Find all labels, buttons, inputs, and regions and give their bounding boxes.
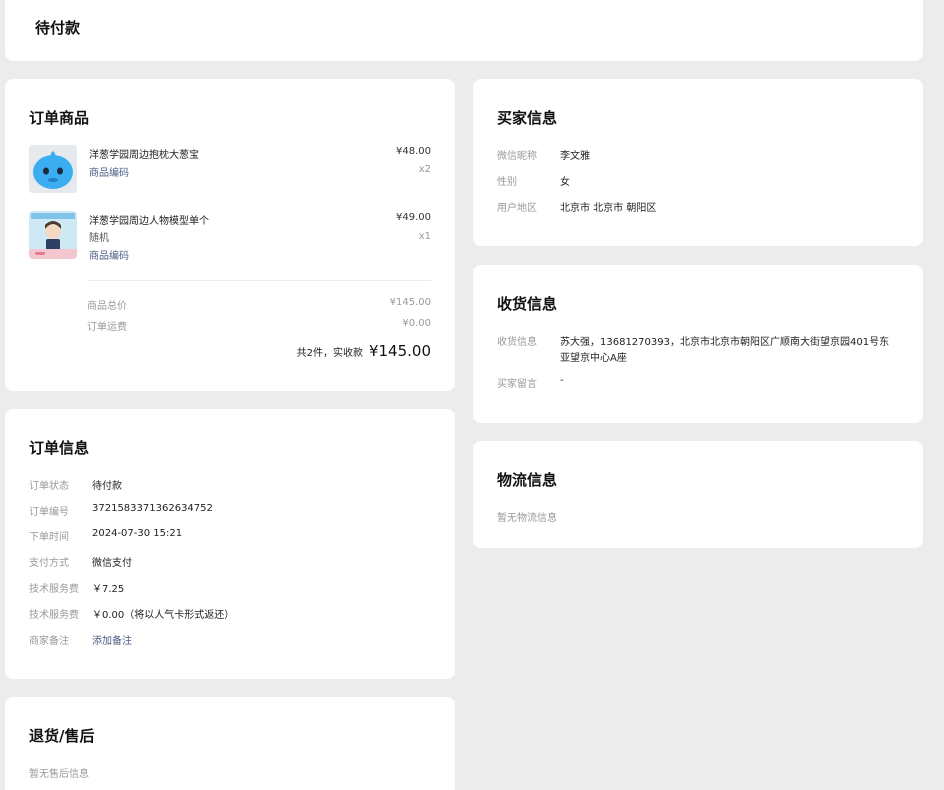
buyer-info-title: 买家信息 (497, 109, 558, 127)
order-number-value: 3721583371362634752 (92, 503, 213, 514)
product-spec: 随机 (89, 233, 109, 244)
logistics-title: 物流信息 (497, 471, 558, 489)
item-count-text: 共2件，实收款 (296, 348, 363, 359)
product-code-link[interactable]: 商品编码 (89, 164, 129, 179)
payment-method-value: 微信支付 (92, 558, 132, 569)
merchant-note-label: 商家备注 (29, 636, 69, 647)
product-image-figure[interactable] (29, 211, 77, 259)
after-sale-title: 退货/售后 (29, 727, 95, 745)
order-info-card: 订单信息 订单状态 待付款 订单编号 3721583371362634752 下… (5, 409, 455, 679)
product-price: ¥49.00 (396, 212, 431, 223)
divider (87, 280, 431, 281)
product-code-link[interactable]: 商品编码 (89, 247, 129, 262)
order-items-card: 订单商品 洋葱学园周边抱枕大葱宝 商品编码 ¥48.00 x2 洋葱学园周边人物… (5, 79, 455, 391)
paid-summary: 共2件，实收款 ¥145.00 (297, 342, 431, 360)
receive-info-card: 收货信息 收货信息 苏大强，13681270393，北京市北京市朝阳区广顺南大街… (473, 265, 923, 423)
shipping-value: ¥0.00 (402, 318, 431, 329)
after-sale-empty: 暂无售后信息 (29, 769, 89, 780)
logistics-empty: 暂无物流信息 (497, 513, 557, 524)
product-image-plush[interactable] (29, 145, 77, 193)
product-price: ¥48.00 (396, 146, 431, 157)
paid-amount: ¥145.00 (368, 342, 431, 360)
goods-total-label: 商品总价 (87, 301, 127, 312)
product-qty: x2 (418, 164, 431, 175)
order-time-label: 下单时间 (29, 532, 69, 543)
wechat-nickname-value: 李文雅 (560, 151, 590, 162)
shipping-label: 订单运费 (87, 322, 127, 333)
order-info-title: 订单信息 (29, 439, 90, 457)
buyer-message-label: 买家留言 (497, 379, 537, 390)
payment-method-label: 支付方式 (29, 558, 69, 569)
service-fee-value: ￥7.25 (92, 584, 125, 595)
wechat-nickname-label: 微信昵称 (497, 151, 537, 162)
status-card: 待付款 (5, 0, 923, 61)
order-time-value: 2024-07-30 15:21 (92, 528, 183, 539)
logistics-card: 物流信息 暂无物流信息 (473, 441, 923, 548)
service-fee-label: 技术服务费 (29, 610, 79, 621)
gender-label: 性别 (497, 177, 517, 188)
goods-total-value: ¥145.00 (389, 297, 431, 308)
receive-info-title: 收货信息 (497, 295, 558, 313)
order-number-label: 订单编号 (29, 507, 69, 518)
order-status-label: 订单状态 (29, 481, 69, 492)
service-fee-value: ￥0.00（将以人气卡形式返还） (92, 610, 235, 621)
order-status-value: 待付款 (92, 481, 122, 492)
order-status-title: 待付款 (35, 19, 81, 37)
address-label: 收货信息 (497, 337, 537, 348)
address-line-2: 亚望京中心A座 (560, 353, 627, 364)
address-line-1: 苏大强，13681270393，北京市北京市朝阳区广顺南大街望京园401号东 (560, 337, 890, 348)
product-qty: x1 (418, 231, 431, 242)
after-sale-card: 退货/售后 暂无售后信息 (5, 697, 455, 790)
product-name[interactable]: 洋葱学园周边抱枕大葱宝 (89, 146, 199, 161)
gender-value: 女 (560, 177, 570, 188)
user-region-label: 用户地区 (497, 203, 537, 214)
add-note-link[interactable]: 添加备注 (92, 632, 132, 647)
buyer-info-card: 买家信息 微信昵称 李文雅 性别 女 用户地区 北京市 北京市 朝阳区 (473, 79, 923, 246)
product-name[interactable]: 洋葱学园周边人物模型单个 (89, 212, 209, 227)
order-items-title: 订单商品 (29, 109, 90, 127)
user-region-value: 北京市 北京市 朝阳区 (560, 203, 657, 214)
buyer-message-value: - (560, 375, 564, 386)
service-fee-label: 技术服务费 (29, 584, 79, 595)
